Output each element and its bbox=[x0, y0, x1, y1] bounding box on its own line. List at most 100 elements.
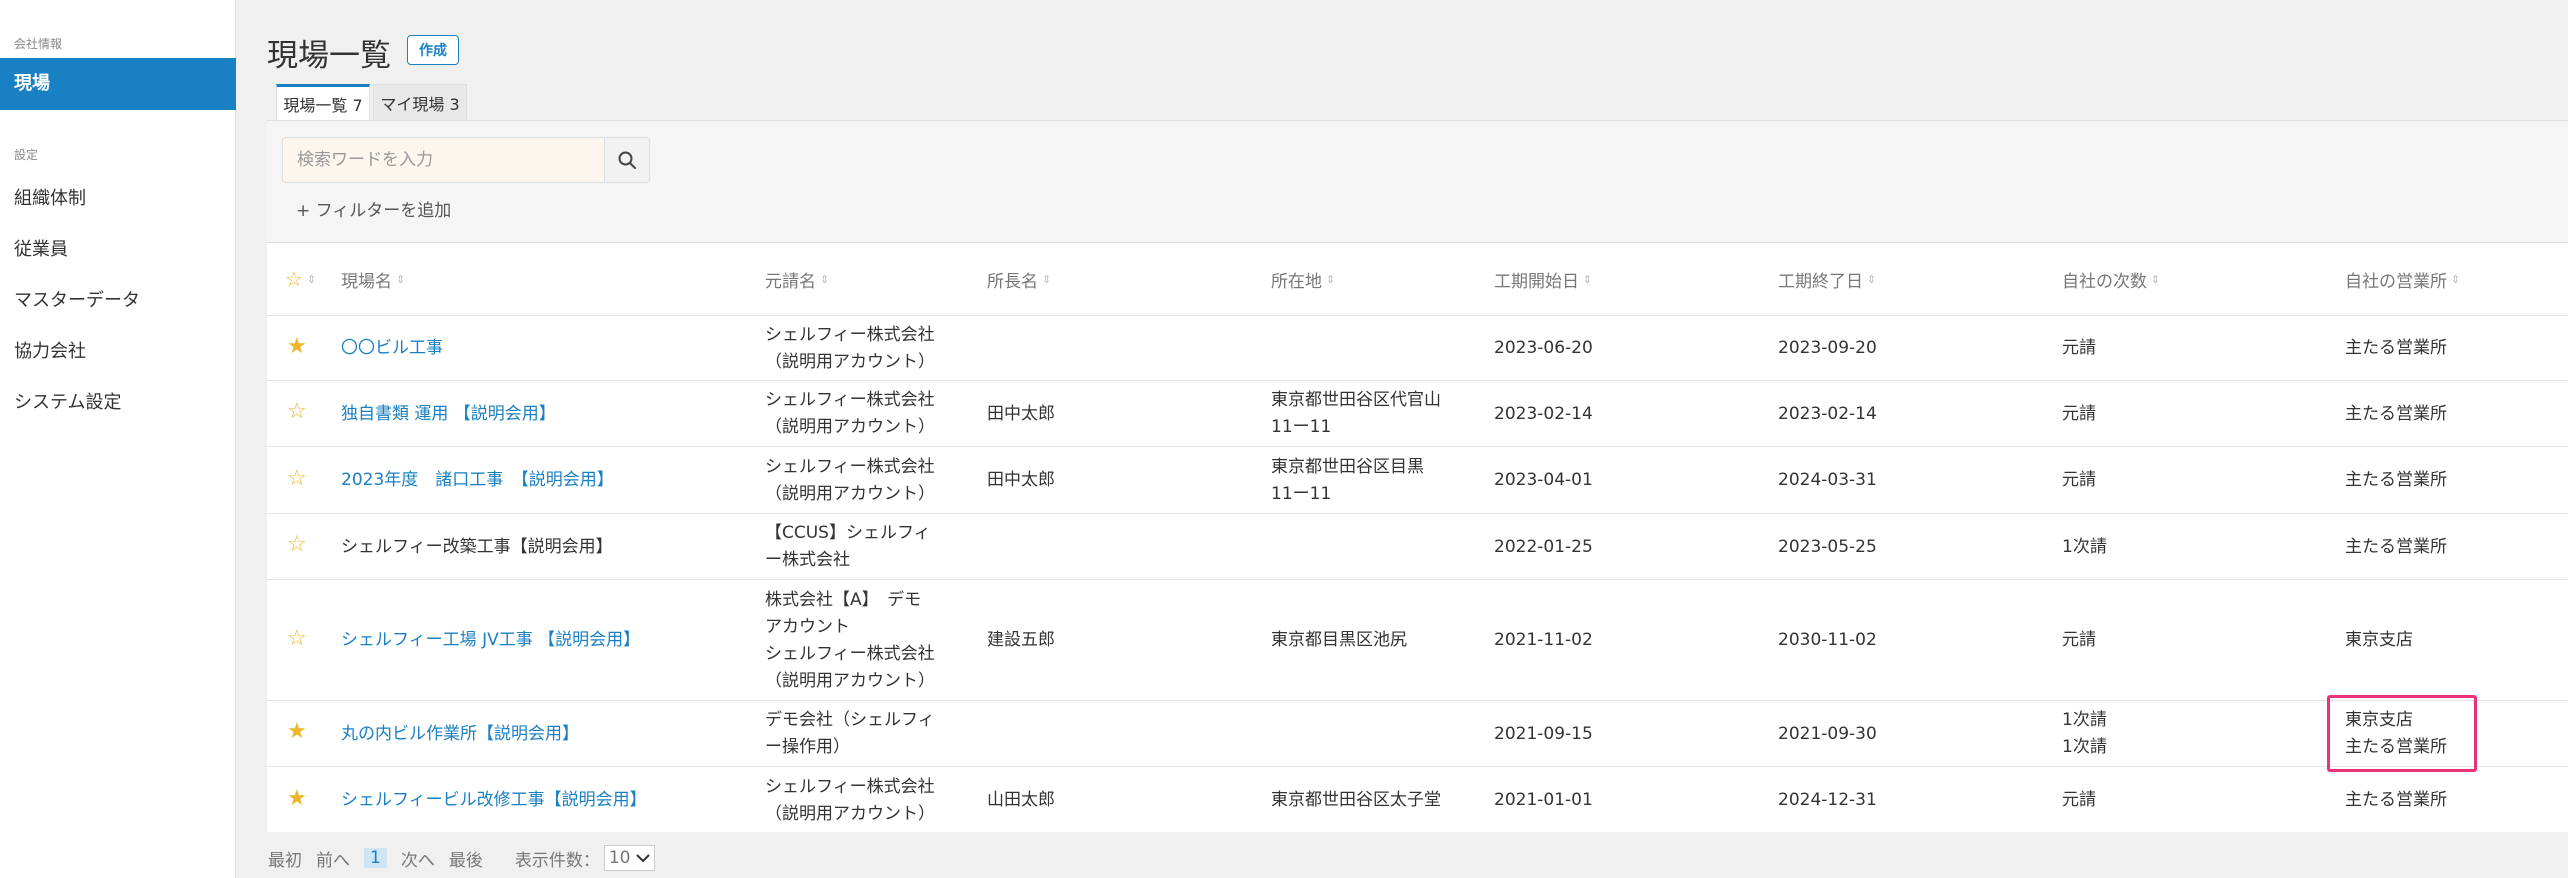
header-col-start-date[interactable]: 工期開始日 ⇕ bbox=[1494, 243, 1592, 315]
tier-line: 元請 bbox=[2062, 470, 2096, 490]
pager-next[interactable]: 次へ bbox=[401, 846, 435, 871]
per-page-select[interactable]: 10 bbox=[603, 845, 656, 871]
tab-my-sites[interactable]: マイ現場 3 bbox=[373, 84, 467, 120]
tier-line: 元請 bbox=[2062, 403, 2096, 424]
sort-icon: ⇕ bbox=[1326, 272, 1336, 286]
office-line: 主たる営業所 bbox=[2345, 403, 2447, 424]
table-row[interactable]: ☆ シェルフィー工場 JV工事 【説明会用】 株式会社【A】 デモ アカウント シェルフ… bbox=[267, 579, 2568, 700]
header-col-manager[interactable]: 所長名 ⇕ bbox=[987, 243, 1051, 315]
table-row[interactable]: ☆ シェルフィー改築工事【説明会用】 【CCUS】シェルフィ ー株式会社 2022-01… bbox=[267, 513, 2568, 579]
office-line: 主たる営業所 bbox=[2345, 536, 2447, 557]
sidebar-item-employees[interactable]: 従業員 bbox=[14, 235, 68, 261]
end-date: 2023-02-14 bbox=[1778, 403, 1877, 424]
pager-current[interactable]: 1 bbox=[364, 848, 387, 868]
tier: 元請 bbox=[2062, 401, 2096, 428]
sort-icon: ⇕ bbox=[2451, 272, 2461, 286]
sidebar-item-system-settings[interactable]: システム設定 bbox=[14, 388, 121, 414]
sort-icon: ⇕ bbox=[306, 272, 317, 286]
header-col-office[interactable]: 自社の営業所 ⇕ bbox=[2345, 243, 2460, 315]
pager-first[interactable]: 最初 bbox=[268, 846, 302, 871]
office: 主たる営業所 bbox=[2345, 401, 2447, 428]
office: 東京支店 主たる営業所 bbox=[2345, 707, 2447, 761]
pager-last[interactable]: 最後 bbox=[449, 846, 483, 871]
end-date: 2030-11-02 bbox=[1778, 630, 1877, 650]
table-row[interactable]: ☆ 独自書類 運用 【説明会用】 シェルフィー株式会社 （説明用アカウント） 田中太郎 東… bbox=[267, 380, 2568, 446]
page-title: 現場一覧 bbox=[267, 38, 391, 74]
sidebar-section-company: 会社情報 bbox=[14, 37, 63, 51]
table-row[interactable]: ★ 丸の内ビル作業所【説明会用】 デモ会社（シェルフィ ー操作用） 2021-09-15… bbox=[267, 700, 2568, 766]
site-name[interactable]: 〇〇ビル工事 bbox=[341, 335, 443, 362]
header-col-site-name[interactable]: 現場名 ⇕ bbox=[341, 243, 405, 315]
location: 東京都世田谷区太子堂 bbox=[1271, 787, 1441, 814]
header-col-prime-contractor[interactable]: 元請名 ⇕ bbox=[765, 243, 829, 315]
star-filled-icon[interactable]: ★ bbox=[287, 786, 307, 811]
location: 東京都世田谷区代官山 11ー11 bbox=[1271, 387, 1441, 441]
column-header-label: 現場名 bbox=[341, 271, 392, 292]
table-row[interactable]: ★ シェルフィービル改修工事【説明会用】 シェルフィー株式会社 （説明用アカウント） 山… bbox=[267, 766, 2568, 833]
tier-line: 1次請 bbox=[2062, 710, 2107, 730]
prime-contractor-line: （説明用アカウント） bbox=[765, 670, 935, 691]
site-name[interactable]: シェルフィー工場 JV工事 【説明会用】 bbox=[341, 627, 640, 654]
site-name[interactable]: 2023年度 諸口工事 【説明会用】 bbox=[341, 467, 614, 494]
add-filter-button[interactable]: + フィルターを追加 bbox=[296, 196, 451, 221]
star-filled-icon[interactable]: ★ bbox=[287, 719, 307, 744]
star-outline-icon[interactable]: ☆ bbox=[287, 626, 307, 651]
per-page-label: 表示件数： bbox=[514, 850, 600, 871]
search-input[interactable] bbox=[282, 137, 605, 183]
location: 東京都世田谷区目黒 11ー11 bbox=[1271, 454, 1424, 508]
location-line: 東京都世田谷区目黒 bbox=[1271, 456, 1424, 477]
sidebar-item-sites[interactable]: 現場 bbox=[0, 58, 236, 110]
pager-prev[interactable]: 前へ bbox=[316, 846, 350, 871]
start-date: 2021-11-02 bbox=[1494, 630, 1593, 650]
sidebar-item-master-data[interactable]: マスターデータ bbox=[14, 286, 140, 312]
sidebar-item-partners[interactable]: 協力会社 bbox=[14, 337, 86, 363]
star-outline-icon: ☆ bbox=[285, 267, 303, 291]
column-header-label: 工期開始日 bbox=[1494, 271, 1579, 292]
prime-contractor-line: （説明用アカウント） bbox=[765, 351, 935, 372]
prime-contractor: シェルフィー株式会社 （説明用アカウント） bbox=[765, 774, 935, 828]
location-line: 東京都世田谷区代官山 bbox=[1271, 390, 1441, 410]
table-row[interactable]: ★ 〇〇ビル工事 シェルフィー株式会社 （説明用アカウント） 2023-06-20 202… bbox=[267, 315, 2568, 380]
tier: 元請 bbox=[2062, 627, 2096, 654]
chevron-down-icon bbox=[636, 854, 651, 863]
star-outline-icon[interactable]: ☆ bbox=[287, 466, 307, 491]
site-name[interactable]: シェルフィービル改修工事【説明会用】 bbox=[341, 787, 647, 814]
end-date: 2023-09-20 bbox=[1778, 338, 1877, 358]
prime-contractor-line: デモ会社（シェルフィ bbox=[765, 710, 935, 730]
prime-contractor-line: ー操作用） bbox=[765, 737, 850, 757]
sidebar-item-organization[interactable]: 組織体制 bbox=[14, 184, 86, 210]
search-icon bbox=[618, 151, 636, 169]
star-filled-icon[interactable]: ★ bbox=[287, 334, 307, 359]
site-name[interactable]: 丸の内ビル作業所【説明会用】 bbox=[341, 721, 579, 748]
office: 主たる営業所 bbox=[2345, 534, 2447, 561]
start-date: 2023-02-14 bbox=[1494, 403, 1593, 424]
create-button[interactable]: 作成 bbox=[407, 35, 459, 65]
tier-line: 元請 bbox=[2062, 630, 2096, 650]
manager-name: 建設五郎 bbox=[987, 630, 1055, 650]
site-name[interactable]: 独自書類 運用 【説明会用】 bbox=[341, 401, 556, 428]
tier: 元請 bbox=[2062, 335, 2096, 362]
prime-contractor-line: ー株式会社 bbox=[765, 550, 850, 570]
tier-line: 元請 bbox=[2062, 790, 2096, 810]
tier-line: 1次請 bbox=[2062, 536, 2107, 557]
prime-contractor-line: （説明用アカウント） bbox=[765, 483, 935, 504]
manager-name: 田中太郎 bbox=[987, 470, 1055, 490]
start-date: 2022-01-25 bbox=[1494, 536, 1593, 557]
star-outline-icon[interactable]: ☆ bbox=[287, 399, 307, 424]
start-date: 2021-09-15 bbox=[1494, 723, 1593, 744]
star-outline-icon[interactable]: ☆ bbox=[287, 532, 307, 557]
column-header-label: 所長名 bbox=[987, 271, 1038, 292]
prime-contractor: デモ会社（シェルフィ ー操作用） bbox=[765, 707, 935, 761]
search-button[interactable] bbox=[605, 137, 650, 183]
end-date: 2024-03-31 bbox=[1778, 470, 1877, 490]
header-star-sort[interactable]: ☆ ⇕ bbox=[285, 243, 316, 315]
table-row[interactable]: ☆ 2023年度 諸口工事 【説明会用】 シェルフィー株式会社 （説明用アカウント） 田… bbox=[267, 446, 2568, 513]
sidebar: 会社情報 現場 設定 組織体制 従業員 マスターデータ 協力会社 システム設定 bbox=[0, 0, 236, 878]
header-col-tier[interactable]: 自社の次数 ⇕ bbox=[2062, 243, 2160, 315]
header-col-location[interactable]: 所在地 ⇕ bbox=[1271, 243, 1335, 315]
sort-icon: ⇕ bbox=[1583, 272, 1593, 286]
manager-name: 田中太郎 bbox=[987, 403, 1055, 424]
tab-all-sites[interactable]: 現場一覧 7 bbox=[276, 84, 370, 120]
prime-contractor-line: アカウント bbox=[765, 616, 850, 637]
header-col-end-date[interactable]: 工期終了日 ⇕ bbox=[1778, 243, 1876, 315]
